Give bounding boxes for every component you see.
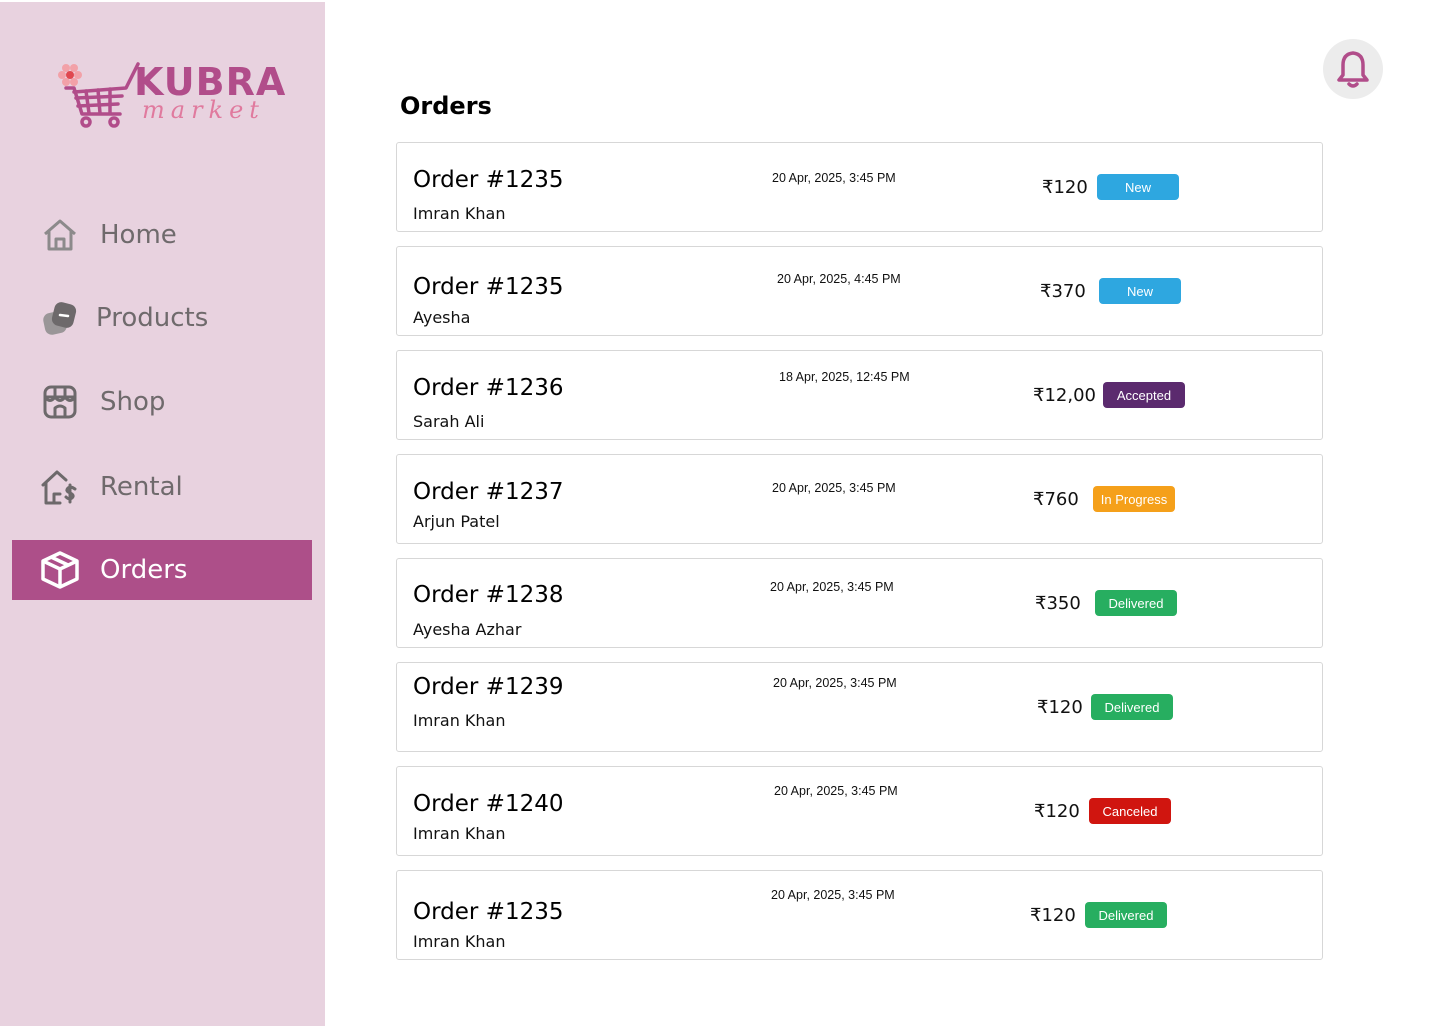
sidebar: KUBRA market Home Products Shop Rental O… (0, 2, 325, 1026)
order-customer: Ayesha Azhar (413, 620, 522, 639)
order-card[interactable]: Order #1235 Imran Khan 20 Apr, 2025, 3:4… (396, 870, 1323, 960)
notifications-button[interactable] (1323, 39, 1383, 99)
order-customer: Ayesha (413, 308, 471, 327)
sidebar-item-rental[interactable]: Rental (12, 457, 312, 517)
sidebar-item-label: Home (100, 220, 177, 250)
order-amount: ₹12,00 (1033, 385, 1096, 406)
order-id: Order #1238 (413, 582, 564, 608)
status-badge[interactable]: New (1099, 278, 1181, 304)
order-date: 20 Apr, 2025, 3:45 PM (774, 784, 898, 798)
status-badge[interactable]: Canceled (1089, 798, 1171, 824)
order-customer: Arjun Patel (413, 512, 500, 531)
order-amount: ₹350 (1035, 593, 1081, 614)
order-card[interactable]: Order #1236 Sarah Ali 18 Apr, 2025, 12:4… (396, 350, 1323, 440)
sidebar-item-orders[interactable]: Orders (12, 540, 312, 600)
app-root: KUBRA market Home Products Shop Rental O… (0, 0, 1440, 1026)
order-id: Order #1236 (413, 375, 564, 401)
order-date: 20 Apr, 2025, 3:45 PM (772, 171, 896, 185)
products-icon (38, 296, 82, 340)
order-id: Order #1240 (413, 791, 564, 817)
status-badge[interactable]: New (1097, 174, 1179, 200)
status-badge[interactable]: Accepted (1103, 382, 1185, 408)
order-date: 18 Apr, 2025, 12:45 PM (779, 370, 910, 384)
order-customer: Imran Khan (413, 932, 506, 951)
order-id: Order #1239 (413, 674, 564, 700)
home-icon (38, 213, 82, 257)
order-date: 20 Apr, 2025, 3:45 PM (772, 481, 896, 495)
order-id: Order #1235 (413, 899, 564, 925)
order-card[interactable]: Order #1240 Imran Khan 20 Apr, 2025, 3:4… (396, 766, 1323, 856)
order-amount: ₹120 (1034, 801, 1080, 822)
sidebar-item-shop[interactable]: Shop (12, 372, 312, 432)
sidebar-item-label: Shop (100, 387, 166, 417)
sidebar-item-products[interactable]: Products (12, 288, 312, 348)
order-id: Order #1235 (413, 274, 564, 300)
order-card[interactable]: Order #1237 Arjun Patel 20 Apr, 2025, 3:… (396, 454, 1323, 544)
order-date: 20 Apr, 2025, 3:45 PM (771, 888, 895, 902)
sidebar-item-label: Products (96, 303, 209, 333)
order-amount: ₹120 (1042, 177, 1088, 198)
status-badge[interactable]: In Progress (1093, 486, 1175, 512)
rental-icon (38, 465, 82, 509)
sidebar-item-home[interactable]: Home (12, 205, 312, 265)
cart-logo-icon (58, 62, 140, 128)
order-card[interactable]: Order #1235 Ayesha 20 Apr, 2025, 4:45 PM… (396, 246, 1323, 336)
brand-tagline: market (142, 96, 265, 124)
order-customer: Imran Khan (413, 824, 506, 843)
status-badge[interactable]: Delivered (1085, 902, 1167, 928)
order-amount: ₹120 (1030, 905, 1076, 926)
box-icon (38, 548, 82, 592)
status-badge[interactable]: Delivered (1095, 590, 1177, 616)
order-amount: ₹120 (1037, 697, 1083, 718)
order-id: Order #1237 (413, 479, 564, 505)
order-card[interactable]: Order #1235 Imran Khan 20 Apr, 2025, 3:4… (396, 142, 1323, 232)
order-customer: Imran Khan (413, 711, 506, 730)
status-badge[interactable]: Delivered (1091, 694, 1173, 720)
order-customer: Imran Khan (413, 204, 506, 223)
order-amount: ₹760 (1033, 489, 1079, 510)
order-card[interactable]: Order #1238 Ayesha Azhar 20 Apr, 2025, 3… (396, 558, 1323, 648)
shop-icon (38, 380, 82, 424)
sidebar-item-label: Rental (100, 472, 183, 502)
order-card[interactable]: Order #1239 Imran Khan 20 Apr, 2025, 3:4… (396, 662, 1323, 752)
sidebar-item-label: Orders (100, 555, 188, 585)
order-date: 20 Apr, 2025, 3:45 PM (773, 676, 897, 690)
order-customer: Sarah Ali (413, 412, 485, 431)
order-id: Order #1235 (413, 167, 564, 193)
bell-icon (1337, 51, 1369, 88)
order-date: 20 Apr, 2025, 3:45 PM (770, 580, 894, 594)
order-date: 20 Apr, 2025, 4:45 PM (777, 272, 901, 286)
brand-logo[interactable]: KUBRA market (52, 54, 285, 134)
order-amount: ₹370 (1040, 281, 1086, 302)
page-title: Orders (400, 92, 492, 120)
